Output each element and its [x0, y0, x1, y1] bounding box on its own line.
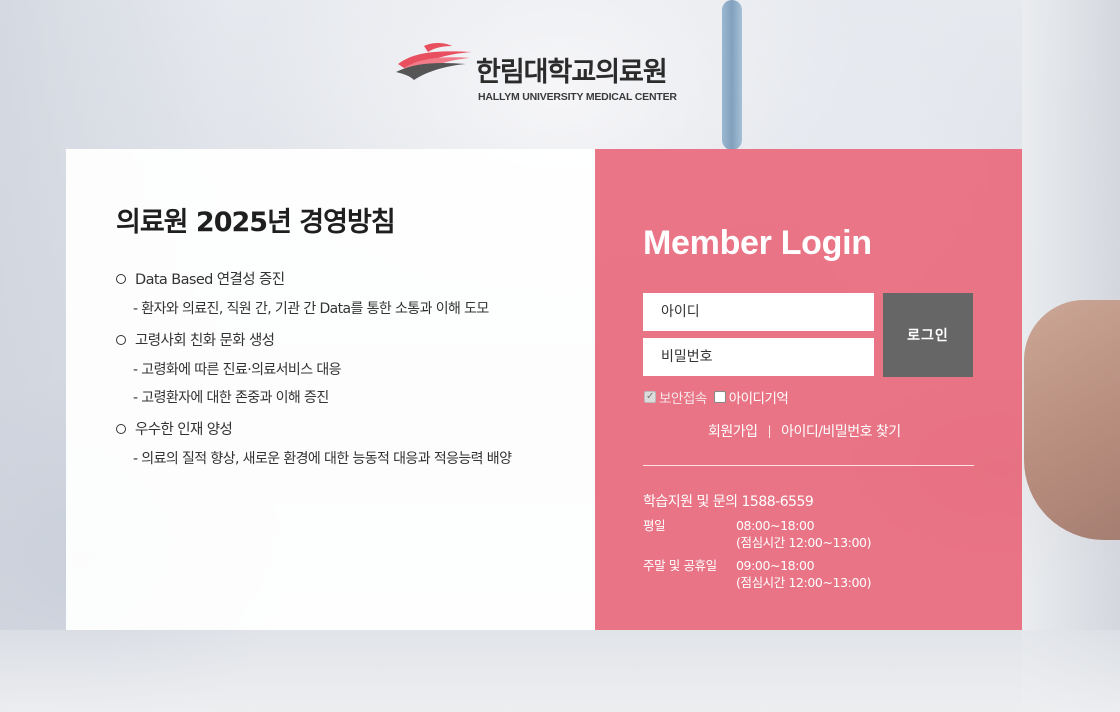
background-hand [1024, 300, 1120, 540]
policy-item-detail: - 고령화에 따른 진료·의료서비스 대응 [133, 362, 342, 378]
hours-row-weekend: 주말 및 공휴일 09:00~18:00 (점심시간 12:00~13:00) [643, 557, 871, 591]
weekday-hours: 08:00~18:00 (점심시간 12:00~13:00) [736, 517, 871, 551]
login-panel: Member Login 로그인 ✓ 보안접속 아이디기억 회원가입 | 아이디… [595, 149, 1022, 630]
link-separator: | [767, 424, 772, 438]
policy-item: Data Based 연결성 증진 - 환자와 의료진, 직원 간, 기관 간 … [116, 269, 576, 317]
login-button[interactable]: 로그인 [883, 293, 973, 377]
support-hours: 평일 08:00~18:00 (점심시간 12:00~13:00) 주말 및 공… [643, 517, 871, 597]
logo-mark-icon [396, 43, 472, 80]
policy-list: Data Based 연결성 증진 - 환자와 의료진, 직원 간, 기관 간 … [116, 269, 576, 480]
signup-link[interactable]: 회원가입 [708, 421, 758, 441]
support-contact: 학습지원 및 문의 1588-6559 [643, 494, 814, 510]
login-options: ✓ 보안접속 아이디기억 [644, 387, 789, 407]
circle-bullet-icon [116, 334, 126, 345]
policy-item-detail: - 환자와 의료진, 직원 간, 기관 간 Data를 통한 소통과 이해 도모 [133, 301, 489, 317]
weekday-time: 08:00~18:00 [736, 518, 815, 533]
circle-bullet-icon [116, 423, 126, 434]
logo-english-text: HALLYM UNIVERSITY MEDICAL CENTER [478, 91, 677, 103]
find-account-link[interactable]: 아이디/비밀번호 찾기 [781, 421, 901, 441]
background-stethoscope [722, 0, 742, 150]
hospital-logo[interactable]: 한림대학교의료원 HALLYM UNIVERSITY MEDICAL CENTE… [396, 40, 696, 106]
background-coat-right [1022, 0, 1120, 712]
secure-login-label: 보안접속 [659, 391, 707, 407]
remember-id-label: 아이디기억 [728, 391, 789, 407]
weekday-label: 평일 [643, 518, 666, 533]
divider [643, 465, 974, 466]
policy-item-heading: 우수한 인재 양성 [116, 419, 576, 438]
policy-panel: 의료원 2025년 경영방침 Data Based 연결성 증진 - 환자와 의… [66, 149, 595, 630]
login-title: Member Login [643, 224, 872, 262]
policy-item-heading: 고령사회 친화 문화 생성 [116, 330, 576, 349]
weekend-hours: 09:00~18:00 (점심시간 12:00~13:00) [736, 557, 871, 591]
weekend-lunch: (점심시간 12:00~13:00) [736, 575, 872, 590]
policy-item: 고령사회 친화 문화 생성 - 고령화에 따른 진료·의료서비스 대응 - 고령… [116, 330, 576, 406]
main-card: 의료원 2025년 경영방침 Data Based 연결성 증진 - 환자와 의… [66, 149, 1022, 630]
policy-item: 우수한 인재 양성 - 의료의 질적 향상, 새로운 환경에 대한 능동적 대응… [116, 419, 576, 467]
hours-row-weekday: 평일 08:00~18:00 (점심시간 12:00~13:00) [643, 517, 871, 551]
password-input[interactable] [643, 338, 874, 376]
weekend-label: 주말 및 공휴일 [643, 558, 717, 573]
policy-item-detail: - 의료의 질적 향상, 새로운 환경에 대한 능동적 대응과 적응능력 배양 [133, 451, 512, 467]
policy-item-title: 고령사회 친화 문화 생성 [135, 333, 275, 349]
user-id-input[interactable] [643, 293, 874, 331]
logo-korean-text: 한림대학교의료원 [476, 57, 668, 88]
background-bottom [0, 630, 1120, 712]
policy-item-detail: - 고령환자에 대한 존중과 이해 증진 [133, 390, 329, 406]
secure-login-checkbox[interactable]: ✓ [644, 391, 656, 403]
remember-id-checkbox[interactable] [713, 391, 726, 403]
weekday-lunch: (점심시간 12:00~13:00) [736, 535, 872, 550]
policy-item-title: Data Based 연결성 증진 [135, 272, 285, 288]
account-links: 회원가입 | 아이디/비밀번호 찾기 [708, 421, 901, 441]
policy-item-heading: Data Based 연결성 증진 [116, 269, 576, 288]
weekend-time: 09:00~18:00 [736, 558, 815, 573]
policy-title: 의료원 2025년 경영방침 [116, 207, 396, 238]
policy-item-title: 우수한 인재 양성 [135, 422, 233, 438]
circle-bullet-icon [116, 273, 126, 284]
